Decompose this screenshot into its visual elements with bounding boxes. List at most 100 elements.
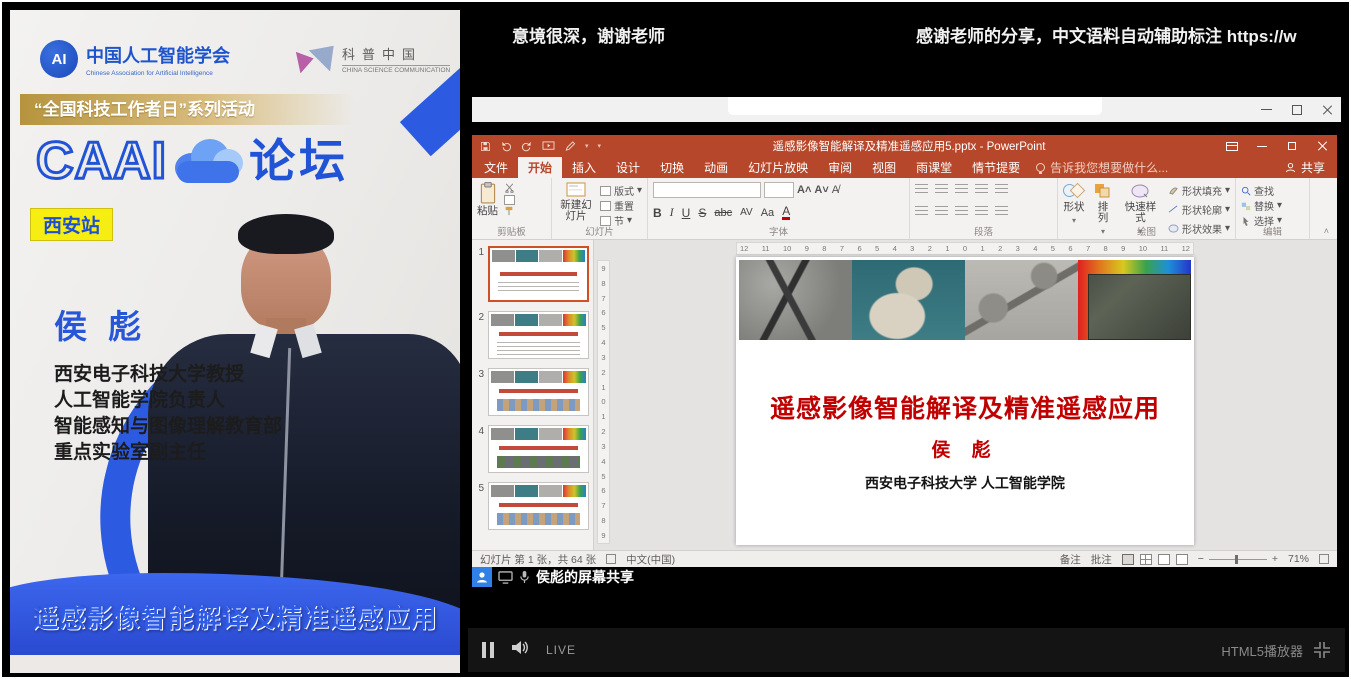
tab-file[interactable]: 文件 (474, 157, 518, 178)
ink-pen-icon[interactable] (564, 141, 576, 152)
tab-slideshow[interactable]: 幻灯片放映 (738, 157, 818, 178)
find-button[interactable]: 查找 (1254, 183, 1274, 198)
align-right-icon[interactable] (955, 206, 968, 218)
cut-icon[interactable] (504, 183, 515, 193)
underline-button[interactable]: U (682, 206, 691, 220)
ribbon: 粘贴 剪贴板 新建幻灯片 (472, 178, 1337, 240)
normal-view-icon[interactable] (1122, 554, 1134, 565)
notes-toggle[interactable]: 备注 (1060, 552, 1081, 567)
reset-button[interactable]: 重置 (614, 198, 634, 213)
shadow-button[interactable]: S (698, 206, 706, 220)
slide-number: 3 (474, 368, 484, 416)
live-badge: LIVE (546, 643, 576, 657)
slide-thumbnail-panel[interactable]: 1 2 3 (472, 240, 594, 550)
accessibility-icon[interactable] (606, 554, 616, 564)
zoom-slider[interactable]: −+ (1198, 553, 1278, 565)
indent-increase-icon[interactable] (975, 184, 988, 196)
decrease-font-icon[interactable]: A˅ (814, 184, 828, 196)
screen-share-label: 侯彪的屏幕共享 (536, 567, 634, 587)
pause-button[interactable] (482, 642, 494, 658)
tab-home[interactable]: 开始 (518, 157, 562, 178)
slide-editing-area[interactable]: 1211109876543210123456789101112 98765432… (594, 240, 1337, 550)
slide-thumbnail-preview[interactable] (488, 311, 589, 359)
slide-thumbnail[interactable]: 2 (474, 311, 589, 359)
minimize-icon[interactable] (1261, 109, 1272, 110)
sar-airport-image (739, 260, 852, 340)
volume-icon[interactable] (510, 639, 530, 661)
tab-design[interactable]: 设计 (606, 157, 650, 178)
replace-button[interactable]: 替换 (1254, 198, 1274, 213)
italic-button[interactable]: I (670, 205, 674, 220)
slide-thumbnail[interactable]: 4 (474, 425, 589, 473)
slide-thumbnail-preview[interactable] (488, 246, 589, 302)
maximize-icon[interactable] (1292, 105, 1302, 115)
save-icon[interactable] (480, 141, 491, 152)
slide-canvas[interactable]: 遥感影像智能解译及精准遥感应用 侯 彪 西安电子科技大学 人工智能学院 (736, 257, 1194, 545)
change-case-button[interactable]: Aa (761, 207, 774, 219)
slide-sorter-view-icon[interactable] (1140, 554, 1152, 565)
ribbon-display-options-icon[interactable] (1217, 135, 1247, 157)
ppt-close-icon[interactable] (1307, 135, 1337, 157)
fit-to-window-icon[interactable] (1319, 554, 1329, 564)
undo-icon[interactable] (500, 141, 512, 152)
char-spacing-button[interactable]: AV (740, 207, 753, 218)
align-center-icon[interactable] (935, 206, 948, 218)
font-name-combobox[interactable] (653, 182, 761, 198)
numbering-icon[interactable] (935, 184, 948, 196)
slide-thumbnail-preview[interactable] (488, 425, 589, 473)
strikethrough-button[interactable]: abc (714, 207, 732, 219)
font-color-button[interactable]: A (782, 206, 790, 220)
start-slideshow-icon[interactable] (542, 141, 555, 152)
indent-decrease-icon[interactable] (955, 184, 968, 196)
line-spacing-icon[interactable] (995, 184, 1008, 196)
reading-view-icon[interactable] (1158, 554, 1170, 565)
slide-thumbnail[interactable]: 5 (474, 482, 589, 530)
shape-outline-button[interactable]: 形状轮廓 (1182, 202, 1222, 217)
bottom-strip (10, 655, 460, 673)
format-painter-icon[interactable] (504, 206, 514, 216)
bold-button[interactable]: B (653, 206, 662, 220)
quick-access-toolbar: ▾ ▾ (472, 141, 601, 152)
slideshow-view-icon[interactable] (1176, 554, 1188, 565)
ppt-restore-icon[interactable] (1277, 135, 1307, 157)
kepu-bird-icon (298, 44, 336, 74)
language-indicator[interactable]: 中文(中国) (626, 552, 675, 567)
clear-formatting-icon[interactable]: A̸ (832, 184, 839, 196)
slide-number: 4 (474, 425, 484, 473)
tab-view[interactable]: 视图 (862, 157, 906, 178)
bullets-icon[interactable] (915, 184, 928, 196)
tab-transitions[interactable]: 切换 (650, 157, 694, 178)
justify-icon[interactable] (975, 206, 988, 218)
tab-storyboard[interactable]: 情节提要 (962, 157, 1030, 178)
comments-toggle[interactable]: 批注 (1091, 552, 1112, 567)
tell-me-box[interactable]: 告诉我您想要做什么... (1036, 157, 1168, 178)
tab-rain-classroom[interactable]: 雨课堂 (906, 157, 962, 178)
live-video-panel[interactable]: 意境很深，谢谢老师 感谢老师的分享，中文语料自动辅助标注 https://w ▾ (468, 10, 1345, 673)
exit-fullscreen-icon[interactable] (1313, 641, 1331, 659)
zoom-level[interactable]: 71% (1288, 553, 1309, 565)
redo-icon[interactable] (521, 141, 533, 152)
layout-button[interactable]: 版式 (614, 183, 634, 198)
align-left-icon[interactable] (915, 206, 928, 218)
ppt-minimize-icon[interactable] (1247, 135, 1277, 157)
editing-group: 查找 替换▾ 选择▾ 编辑 (1236, 178, 1310, 239)
new-slide-button[interactable]: 新建幻灯片 (557, 182, 595, 229)
close-icon[interactable] (1322, 104, 1333, 115)
slide-thumbnail[interactable]: 3 (474, 368, 589, 416)
qat-dropdown-icon[interactable]: ▾ (585, 142, 589, 150)
slide-thumbnail-preview[interactable] (488, 368, 589, 416)
font-size-combobox[interactable] (764, 182, 794, 198)
paste-button[interactable]: 粘贴 (477, 182, 498, 217)
tab-insert[interactable]: 插入 (562, 157, 606, 178)
shape-fill-button[interactable]: 形状填充 (1182, 183, 1222, 198)
tab-animations[interactable]: 动画 (694, 157, 738, 178)
columns-icon[interactable] (995, 206, 1008, 218)
collapse-ribbon-icon[interactable]: ˄ (1324, 226, 1329, 236)
copy-icon[interactable] (504, 195, 515, 205)
slide-thumbnail-preview[interactable] (488, 482, 589, 530)
tab-review[interactable]: 审阅 (818, 157, 862, 178)
increase-font-icon[interactable]: A˄ (797, 184, 811, 196)
danmaku-message: 感谢老师的分享，中文语料自动辅助标注 https://w (916, 22, 1297, 47)
slide-thumbnail[interactable]: 1 (474, 246, 589, 302)
share-button[interactable]: 共享 (1273, 157, 1337, 178)
